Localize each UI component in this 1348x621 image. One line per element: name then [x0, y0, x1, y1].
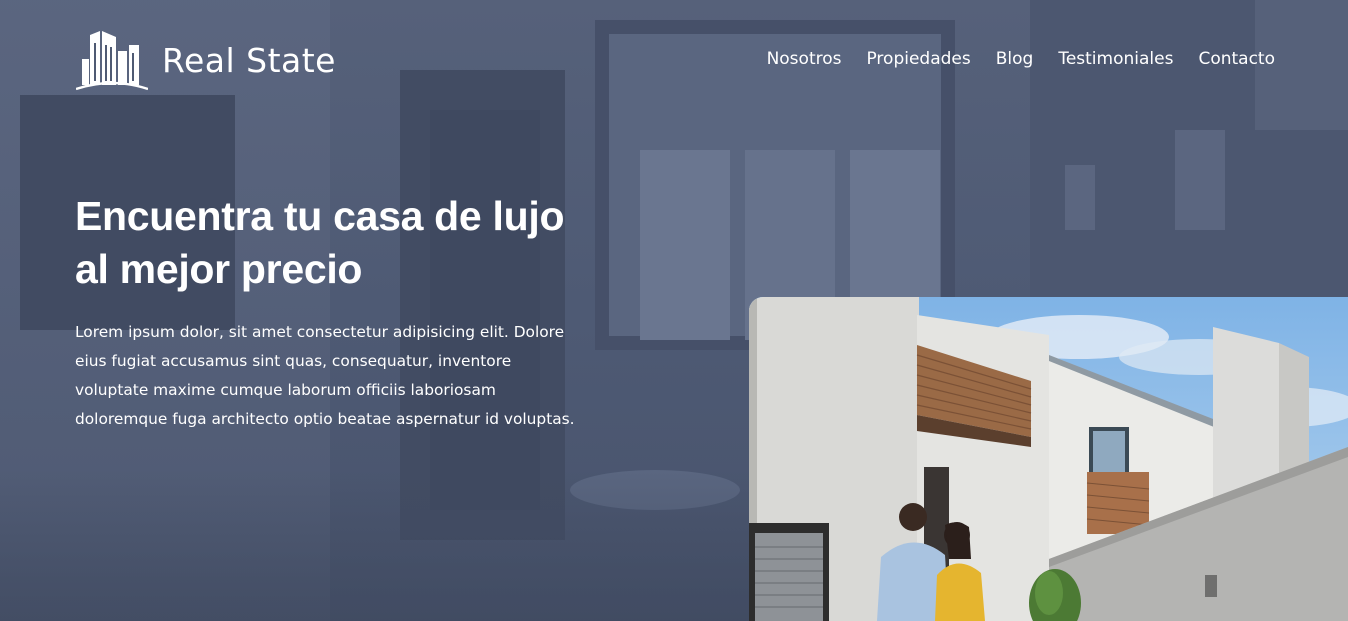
site-header: Real State Nosotros Propiedades Blog Tes…: [0, 0, 1348, 120]
nav-item-contacto[interactable]: Contacto: [1198, 49, 1275, 69]
background-window-pane: [640, 150, 730, 340]
buildings-icon: [76, 29, 148, 91]
hero-section: Real State Nosotros Propiedades Blog Tes…: [0, 0, 1348, 621]
brand-name: Real State: [162, 40, 336, 80]
house-photo: [749, 297, 1348, 621]
hero-title-line-2: al mejor precio: [75, 246, 363, 292]
nav-item-nosotros[interactable]: Nosotros: [767, 49, 842, 69]
nav-item-blog[interactable]: Blog: [996, 49, 1034, 69]
nav-item-testimoniales[interactable]: Testimoniales: [1058, 49, 1173, 69]
hero-title: Encuentra tu casa de lujo al mejor preci…: [75, 190, 585, 296]
main-nav: Nosotros Propiedades Blog Testimoniales …: [767, 49, 1275, 69]
hero-description: Lorem ipsum dolor, sit amet consectetur …: [75, 323, 575, 428]
background-frame: [1065, 165, 1095, 230]
hero-content: Encuentra tu casa de lujo al mejor preci…: [75, 190, 585, 434]
logo-link[interactable]: Real State: [76, 29, 336, 91]
nav-item-propiedades[interactable]: Propiedades: [866, 49, 970, 69]
hero-title-line-1: Encuentra tu casa de lujo: [75, 193, 565, 239]
background-frame: [1175, 130, 1225, 230]
